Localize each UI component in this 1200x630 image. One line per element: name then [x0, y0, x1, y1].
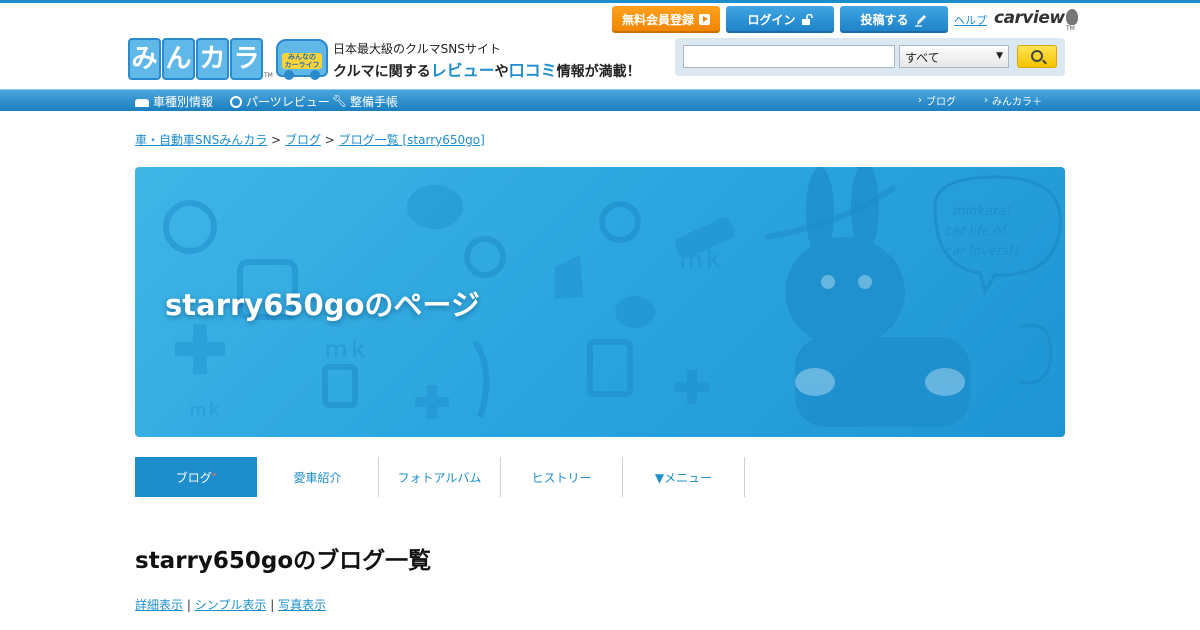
logo-trademark: TM — [264, 72, 273, 79]
nav-car-models[interactable]: 車種別情報 — [135, 93, 213, 110]
profile-tabs: ブログ * 愛車紹介 フォトアルバム ヒストリー ▼メニュー — [135, 457, 745, 497]
logo-char: ラ — [230, 38, 263, 80]
logo-char: ん — [162, 38, 195, 80]
global-nav: 車種別情報 パーツレビュー 🔧︎ 整備手帳 › ブログ › みんカラ＋ — [0, 89, 1200, 111]
tab-history[interactable]: ヒストリー — [501, 457, 623, 497]
search-area: すべて ▼ — [675, 38, 1065, 76]
logo-char: み — [128, 38, 161, 80]
svg-text:ｍｋ: ｍｋ — [190, 400, 222, 419]
post-label: 投稿する — [860, 13, 909, 27]
tab-menu[interactable]: ▼メニュー — [623, 457, 745, 497]
breadcrumb-blog-list[interactable]: ブログ一覧 [starry650go] — [339, 133, 485, 147]
search-icon — [1031, 50, 1043, 62]
post-button[interactable]: 投稿する — [840, 6, 948, 33]
help-link[interactable]: ヘルプ — [954, 12, 987, 28]
breadcrumb-blog[interactable]: ブログ — [285, 133, 321, 147]
svg-text:car lovers!!: car lovers!! — [945, 244, 1019, 259]
gear-icon — [230, 95, 242, 108]
tab-blog[interactable]: ブログ * — [135, 457, 257, 497]
svg-text:ｍｋ: ｍｋ — [325, 338, 369, 363]
tagline-top: 日本最大級のクルマSNSサイト — [333, 42, 501, 56]
register-button[interactable]: 無料会員登録 — [612, 6, 720, 33]
minkara-logo[interactable]: み ん カ ラ — [128, 38, 264, 80]
play-arrow-icon — [699, 14, 710, 25]
svg-text:car life of: car life of — [945, 224, 1008, 239]
car-life-badge-icon: みんなの カーライフ — [276, 39, 328, 80]
carview-mark-icon — [1065, 9, 1078, 25]
logo-char: カ — [196, 38, 229, 80]
search-button[interactable] — [1017, 45, 1057, 68]
svg-text:minkara!: minkara! — [953, 204, 1012, 219]
tab-my-car[interactable]: 愛車紹介 — [257, 457, 379, 497]
nav-blog[interactable]: › ブログ — [918, 93, 956, 108]
top-accent-line — [0, 0, 1200, 3]
unlock-icon — [801, 13, 813, 25]
view-detail-link[interactable]: 詳細表示 — [135, 598, 183, 612]
svg-text:ｍｋ: ｍｋ — [680, 248, 724, 273]
nav-minkara-plus[interactable]: › みんカラ＋ — [984, 93, 1042, 108]
tagline-main: クルマに関するレビューや口コミ情報が満載！ — [333, 61, 641, 80]
profile-banner: ｍｋ ｍｋ ｍｋ minkara! car life of car lovers… — [135, 167, 1065, 437]
breadcrumb: 車・自動車SNSみんカラ > ブログ > ブログ一覧 [starry650go] — [135, 133, 485, 147]
view-mode-switcher: 詳細表示 | シンプル表示 | 写真表示 — [135, 598, 327, 612]
carview-trademark: TM — [1066, 25, 1075, 32]
car-icon — [135, 98, 149, 107]
view-simple-link[interactable]: シンプル表示 — [195, 598, 267, 612]
register-label: 無料会員登録 — [621, 13, 694, 27]
breadcrumb-home[interactable]: 車・自動車SNSみんカラ — [135, 133, 267, 147]
nav-maintenance[interactable]: 🔧︎ 整備手帳 — [332, 93, 398, 110]
tab-photo-album[interactable]: フォトアルバム — [379, 457, 501, 497]
nav-parts-review[interactable]: パーツレビュー — [230, 93, 330, 110]
view-photo-link[interactable]: 写真表示 — [278, 598, 326, 612]
chevron-right-icon: › — [918, 95, 922, 106]
pen-icon — [914, 14, 926, 27]
login-label: ログイン — [747, 13, 796, 27]
dropdown-arrow-icon: ▼ — [996, 51, 1003, 61]
search-category-select[interactable]: すべて ▼ — [899, 45, 1009, 68]
car-life-badge-text: みんなの カーライフ — [282, 53, 322, 69]
chevron-right-icon: › — [984, 95, 988, 106]
search-input[interactable] — [683, 45, 895, 68]
login-button[interactable]: ログイン — [726, 6, 834, 33]
active-marker: * — [211, 472, 217, 482]
page-title: starry650goのブログ一覧 — [135, 548, 432, 574]
wrench-icon: 🔧︎ — [332, 94, 348, 108]
banner-title: starry650goのページ — [165, 288, 480, 322]
